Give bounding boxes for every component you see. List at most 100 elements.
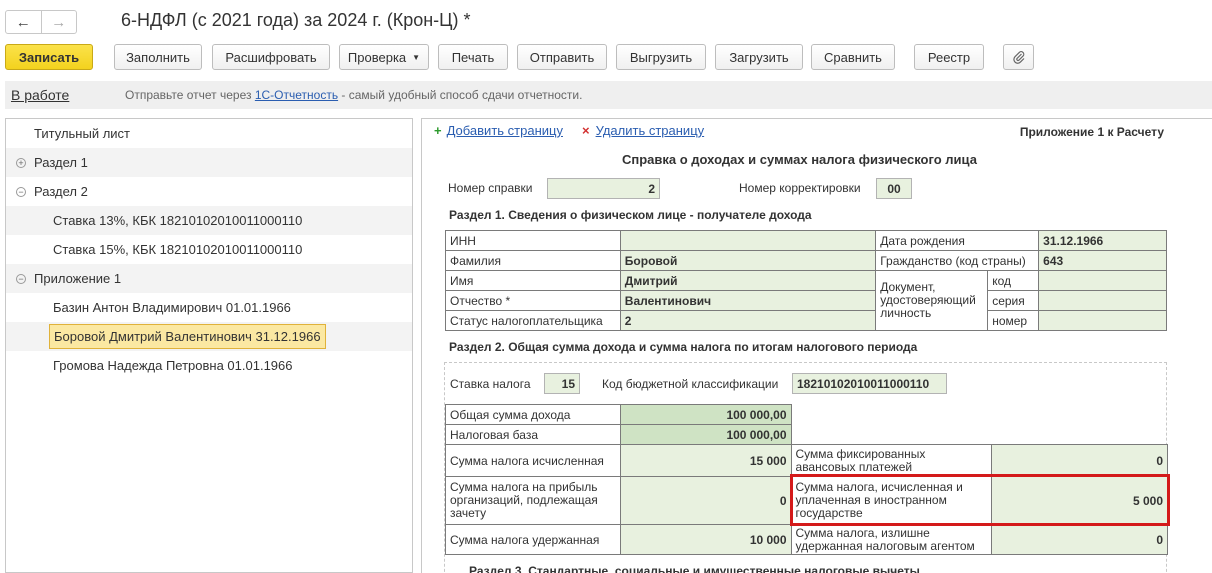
import-button[interactable]: Загрузить — [715, 44, 803, 70]
name-label: Имя — [445, 270, 621, 291]
tree-item-section2[interactable]: − Раздел 2 — [6, 177, 412, 206]
taxpayer-status-label: Статус налогоплательщика — [445, 310, 621, 331]
doc-number-label: номер — [987, 310, 1040, 331]
tree-item-label: Раздел 2 — [34, 184, 88, 199]
appendix-label: Приложение 1 к Расчету — [1019, 125, 1164, 139]
send-button[interactable]: Отправить — [517, 44, 607, 70]
check-button-label: Проверка — [347, 49, 407, 65]
tree-item-person3[interactable]: Громова Надежда Петровна 01.01.1966 — [6, 351, 412, 380]
tree-item-person1[interactable]: Базин Антон Владимирович 01.01.1966 — [6, 293, 412, 322]
dropdown-arrow-icon: ▼ — [412, 52, 421, 62]
tree-item-label: Ставка 15%, КБК 18210102010011000110 — [53, 242, 303, 257]
attach-button[interactable] — [1003, 44, 1034, 70]
fixed-advance-label: Сумма фиксированных авансовых платежей — [790, 444, 993, 477]
compare-button[interactable]: Сравнить — [811, 44, 895, 70]
surname-field[interactable]: Боровой — [619, 250, 877, 271]
tree-item-label: Ставка 13%, КБК 18210102010011000110 — [53, 213, 303, 228]
tree-item-person2[interactable]: Боровой Дмитрий Валентинович 31.12.1966 — [6, 322, 412, 351]
inn-label: ИНН — [445, 230, 621, 251]
patronymic-field[interactable]: Валентинович — [619, 290, 877, 311]
tree-item-label-selected: Боровой Дмитрий Валентинович 31.12.1966 — [49, 324, 326, 349]
tree-item-section1[interactable]: + Раздел 1 — [6, 148, 412, 177]
delete-icon: × — [582, 123, 590, 138]
tax-calculated-label: Сумма налога исчисленная — [445, 444, 621, 477]
tree-item-rate13[interactable]: Ставка 13%, КБК 18210102010011000110 — [6, 206, 412, 235]
tree-item-label: Титульный лист — [34, 126, 131, 141]
check-dropdown-button[interactable]: Проверка ▼ — [339, 44, 429, 70]
expand-icon[interactable]: + — [16, 157, 26, 168]
total-income-label: Общая сумма дохода — [445, 404, 621, 425]
cert-number-label: Номер справки — [448, 181, 533, 195]
tree-item-label: Базин Антон Владимирович 01.01.1966 — [53, 300, 291, 315]
tree-item-rate15[interactable]: Ставка 15%, КБК 18210102010011000110 — [6, 235, 412, 264]
status-info-suffix: - самый удобный способ сдачи отчетности. — [338, 88, 583, 102]
person-info-table: ИНН Дата рождения 31.12.1966 Фамилия Бор… — [445, 230, 1167, 331]
tree-item-label: Приложение 1 — [34, 271, 122, 286]
status-strip: В работе Отправьте отчет через 1С-Отчетн… — [5, 81, 1212, 109]
registry-button[interactable]: Реестр — [914, 44, 984, 70]
tree-item-label: Раздел 1 — [34, 155, 88, 170]
tax-base-label: Налоговая база — [445, 424, 621, 445]
add-page-link[interactable]: + Добавить страницу — [434, 123, 563, 138]
title-bar: ← → 6-НДФЛ (с 2021 года) за 2024 г. (Кро… — [0, 0, 1212, 40]
status-link[interactable]: В работе — [11, 87, 69, 103]
name-field[interactable]: Дмитрий — [619, 270, 877, 291]
excess-withheld-label: Сумма налога, излишне удержанная налогов… — [790, 524, 993, 555]
doc-code-label: код — [987, 270, 1040, 291]
doc-series-label: серия — [987, 290, 1040, 311]
kbk-field[interactable]: 18210102010011000110 — [792, 373, 947, 394]
excess-withheld-field[interactable]: 0 — [991, 524, 1168, 555]
correction-number-field[interactable]: 00 — [876, 178, 912, 199]
doc-number-field[interactable] — [1038, 310, 1167, 331]
form-title: Справка о доходах и суммах налога физиче… — [622, 152, 977, 167]
tree-item-title-sheet[interactable]: Титульный лист — [6, 119, 412, 148]
plus-icon: + — [434, 123, 442, 138]
doc-series-field[interactable] — [1038, 290, 1167, 311]
section2-title: Раздел 2. Общая сумма дохода и сумма нал… — [449, 340, 918, 354]
tax-calculated-field[interactable]: 15 000 — [619, 444, 792, 477]
inn-field[interactable] — [619, 230, 877, 251]
forward-arrow-icon[interactable]: → — [40, 11, 77, 33]
taxpayer-status-field[interactable]: 2 — [619, 310, 877, 331]
citizenship-field[interactable]: 643 — [1038, 250, 1167, 271]
reporting-link[interactable]: 1С-Отчетность — [255, 88, 338, 102]
profit-tax-offset-field[interactable]: 0 — [619, 476, 792, 525]
citizenship-label: Гражданство (код страны) — [875, 250, 1040, 271]
delete-page-label: Удалить страницу — [595, 123, 705, 138]
status-info-prefix: Отправьте отчет через — [125, 88, 255, 102]
section3-title: Раздел 3. Стандартные, социальные и имущ… — [469, 564, 920, 573]
collapse-icon[interactable]: − — [16, 273, 26, 284]
status-info: Отправьте отчет через 1С-Отчетность - са… — [125, 88, 582, 102]
toolbar: Записать Заполнить Расшифровать Проверка… — [0, 44, 1212, 70]
doc-code-field[interactable] — [1038, 270, 1167, 291]
surname-label: Фамилия — [445, 250, 621, 271]
form-pane: + Добавить страницу × Удалить страницу При… — [421, 118, 1212, 573]
add-page-label: Добавить страницу — [446, 123, 563, 138]
fill-button[interactable]: Заполнить — [114, 44, 202, 70]
back-arrow-icon[interactable]: ← — [6, 11, 41, 33]
save-button[interactable]: Записать — [5, 44, 93, 70]
correction-number-label: Номер корректировки — [739, 181, 861, 195]
tax-rate-field[interactable]: 15 — [544, 373, 580, 394]
cert-number-field[interactable]: 2 — [547, 178, 660, 199]
collapse-icon[interactable]: − — [16, 186, 26, 197]
tax-rate-label: Ставка налога — [450, 377, 531, 391]
nav-group: ← → — [5, 10, 77, 34]
kbk-label: Код бюджетной классификации — [602, 377, 779, 391]
id-document-label: Документ, удостоверяющий личность — [875, 270, 989, 331]
fixed-advance-field[interactable]: 0 — [991, 444, 1168, 477]
tree-item-label: Громова Надежда Петровна 01.01.1966 — [53, 358, 293, 373]
export-button[interactable]: Выгрузить — [616, 44, 706, 70]
section1-title: Раздел 1. Сведения о физическом лице - п… — [449, 208, 812, 222]
sections-tree: Титульный лист + Раздел 1 − Раздел 2 Ста… — [5, 118, 413, 573]
tax-withheld-field[interactable]: 10 000 — [619, 524, 792, 555]
birth-date-field[interactable]: 31.12.1966 — [1038, 230, 1167, 251]
decode-button[interactable]: Расшифровать — [212, 44, 330, 70]
print-button[interactable]: Печать — [438, 44, 508, 70]
delete-page-link[interactable]: × Удалить страницу — [582, 123, 704, 138]
tree-item-appendix1[interactable]: − Приложение 1 — [6, 264, 412, 293]
window-title: 6-НДФЛ (с 2021 года) за 2024 г. (Крон-Ц)… — [121, 10, 471, 30]
tax-base-field[interactable]: 100 000,00 — [619, 424, 792, 445]
tax-withheld-label: Сумма налога удержанная — [445, 524, 621, 555]
total-income-field[interactable]: 100 000,00 — [619, 404, 792, 425]
